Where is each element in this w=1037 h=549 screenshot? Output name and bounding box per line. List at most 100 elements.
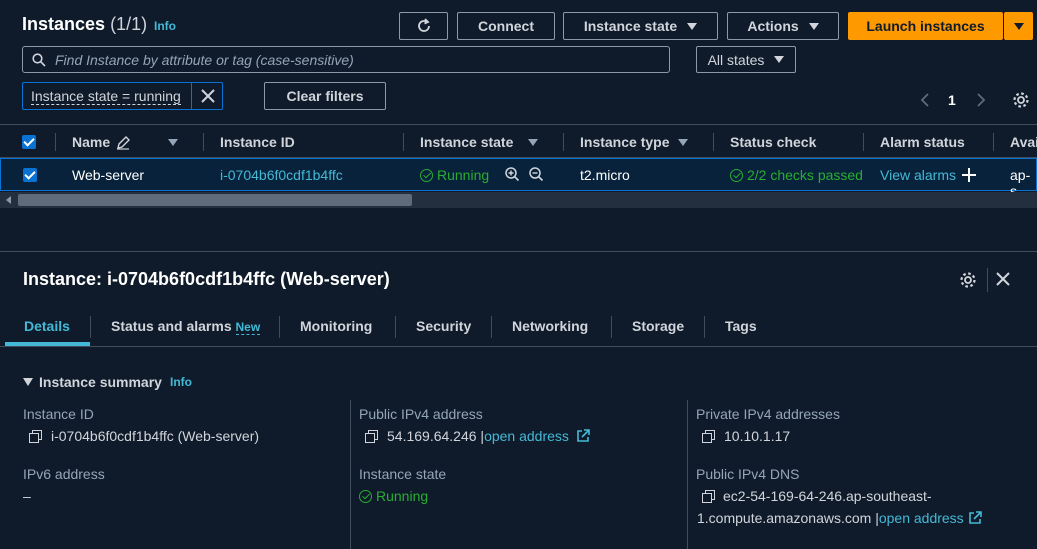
zoom-in-icon[interactable] bbox=[504, 166, 520, 182]
summary-info-link[interactable]: Info bbox=[170, 375, 192, 389]
search-input[interactable]: Find Instance by attribute or tag (case-… bbox=[22, 46, 670, 73]
external-link-icon[interactable] bbox=[576, 429, 590, 443]
filter-token[interactable]: Instance state = running bbox=[22, 82, 223, 110]
column-name[interactable]: Name bbox=[72, 134, 110, 150]
sort-caret-icon[interactable] bbox=[528, 139, 538, 146]
chevron-left-icon[interactable] bbox=[918, 92, 932, 108]
instance-state-label: Instance state bbox=[359, 466, 447, 482]
search-icon bbox=[32, 53, 46, 67]
detail-title: Instance: i-0704b6f0cdf1b4ffc (Web-serve… bbox=[23, 269, 390, 289]
row-status-check: 2/2 checks passed bbox=[730, 167, 863, 183]
copy-icon[interactable] bbox=[702, 490, 715, 503]
public-dns-line2-text: 1.compute.amazonaws.com bbox=[697, 510, 872, 526]
states-select-value: All states bbox=[707, 51, 765, 68]
row-checkbox[interactable] bbox=[23, 168, 37, 182]
select-all-checkbox[interactable] bbox=[22, 135, 36, 149]
filter-token-label: Instance state = running bbox=[31, 88, 181, 105]
ipv6-value: – bbox=[23, 488, 31, 504]
launch-dropdown-button[interactable] bbox=[1004, 12, 1033, 40]
public-dns-line2: 1.compute.amazonaws.com |open address bbox=[697, 510, 964, 526]
tab-tags[interactable]: Tags bbox=[725, 318, 757, 334]
sort-caret-icon[interactable] bbox=[678, 139, 688, 146]
status-ok-icon bbox=[359, 490, 372, 503]
status-ok-icon bbox=[420, 169, 433, 182]
chevron-right-icon[interactable] bbox=[974, 92, 988, 108]
column-instance-state[interactable]: Instance state bbox=[420, 134, 513, 150]
caret-down-icon bbox=[808, 22, 819, 30]
connect-button[interactable]: Connect bbox=[457, 12, 555, 40]
public-ip-text: 54.169.64.246 bbox=[387, 428, 477, 444]
column-instance-id[interactable]: Instance ID bbox=[220, 134, 295, 150]
scrollbar-thumb[interactable] bbox=[18, 194, 412, 206]
row-state: Running bbox=[420, 167, 489, 183]
settings-gear-icon[interactable] bbox=[959, 271, 977, 289]
instance-state-value: Running bbox=[359, 488, 428, 504]
close-icon[interactable] bbox=[201, 89, 215, 103]
copy-icon[interactable] bbox=[29, 430, 42, 443]
public-ip-value: 54.169.64.246 |open address bbox=[387, 428, 569, 444]
ipv6-label: IPv6 address bbox=[23, 466, 105, 482]
instance-summary-title: Instance summary bbox=[39, 374, 162, 390]
title-text: Instances bbox=[22, 14, 106, 34]
public-dns-line1: ec2-54-169-64-246.ap-southeast- bbox=[723, 488, 932, 504]
status-ok-icon bbox=[730, 169, 743, 182]
instance-id-label: Instance ID bbox=[23, 406, 94, 422]
tabs-divider bbox=[0, 346, 1037, 347]
settings-gear-icon[interactable] bbox=[1012, 91, 1030, 109]
new-badge: New bbox=[235, 320, 261, 335]
page-title: Instances (1/1) bbox=[22, 14, 147, 35]
public-ip-label: Public IPv4 address bbox=[359, 406, 483, 422]
clear-filters-button[interactable]: Clear filters bbox=[264, 82, 386, 110]
copy-icon[interactable] bbox=[365, 430, 378, 443]
sort-caret-icon[interactable] bbox=[168, 139, 178, 146]
add-alarm-icon[interactable] bbox=[962, 168, 976, 182]
detail-panel bbox=[0, 252, 1037, 549]
close-icon[interactable] bbox=[996, 272, 1010, 286]
column-status-check[interactable]: Status check bbox=[730, 134, 816, 150]
instance-state-label: Instance state bbox=[583, 18, 678, 34]
table-empty-area bbox=[0, 208, 1037, 252]
row-instance-type: t2.micro bbox=[580, 167, 630, 183]
horizontal-scrollbar[interactable] bbox=[0, 192, 1037, 208]
external-link-icon[interactable] bbox=[968, 511, 982, 525]
actions-label: Actions bbox=[747, 18, 799, 34]
caret-down-icon bbox=[687, 22, 698, 30]
page-number[interactable]: 1 bbox=[948, 92, 956, 108]
row-status-check-text: 2/2 checks passed bbox=[747, 167, 863, 183]
tab-storage[interactable]: Storage bbox=[632, 318, 684, 334]
tab-monitoring[interactable]: Monitoring bbox=[300, 318, 372, 334]
info-link[interactable]: Info bbox=[154, 19, 176, 33]
column-alarm-status[interactable]: Alarm status bbox=[880, 134, 965, 150]
actions-button[interactable]: Actions bbox=[727, 12, 839, 40]
scroll-left-arrow-icon[interactable] bbox=[6, 196, 11, 204]
column-availability-zone[interactable]: Avai bbox=[1010, 134, 1037, 150]
private-ip-value: 10.10.1.17 bbox=[724, 428, 791, 444]
open-dns-address-link[interactable]: open address bbox=[879, 510, 964, 526]
table-header: Name Instance ID Instance state Instance… bbox=[0, 124, 1037, 158]
zoom-out-icon[interactable] bbox=[528, 166, 544, 182]
open-address-link[interactable]: open address bbox=[484, 428, 569, 444]
states-select[interactable]: All states bbox=[696, 46, 796, 73]
instance-id-value: i-0704b6f0cdf1b4ffc (Web-server) bbox=[51, 428, 260, 444]
row-state-text: Running bbox=[437, 167, 490, 183]
tab-security[interactable]: Security bbox=[416, 318, 471, 334]
public-dns-label: Public IPv4 DNS bbox=[696, 466, 800, 482]
column-instance-type[interactable]: Instance type bbox=[580, 134, 669, 150]
caret-down-icon bbox=[23, 378, 33, 386]
view-alarms-link[interactable]: View alarms bbox=[880, 167, 956, 183]
tab-networking[interactable]: Networking bbox=[512, 318, 588, 334]
copy-icon[interactable] bbox=[702, 430, 715, 443]
instance-summary-toggle[interactable]: Instance summary bbox=[23, 374, 162, 390]
tab-status-and-alarms-label: Status and alarms bbox=[111, 318, 232, 334]
private-ip-label: Private IPv4 addresses bbox=[696, 406, 840, 422]
table-row[interactable]: Web-server i-0704b6f0cdf1b4ffc Running t… bbox=[0, 158, 1037, 199]
instance-state-button[interactable]: Instance state bbox=[563, 12, 718, 40]
refresh-button[interactable] bbox=[399, 12, 448, 40]
row-instance-id-link[interactable]: i-0704b6f0cdf1b4ffc bbox=[220, 167, 343, 183]
search-placeholder: Find Instance by attribute or tag (case-… bbox=[55, 52, 354, 68]
launch-instances-button[interactable]: Launch instances bbox=[848, 12, 1003, 40]
tab-details[interactable]: Details bbox=[24, 318, 70, 334]
edit-icon bbox=[117, 136, 130, 150]
instance-state-text: Running bbox=[376, 488, 429, 504]
tab-status-and-alarms[interactable]: Status and alarms New bbox=[111, 318, 261, 335]
